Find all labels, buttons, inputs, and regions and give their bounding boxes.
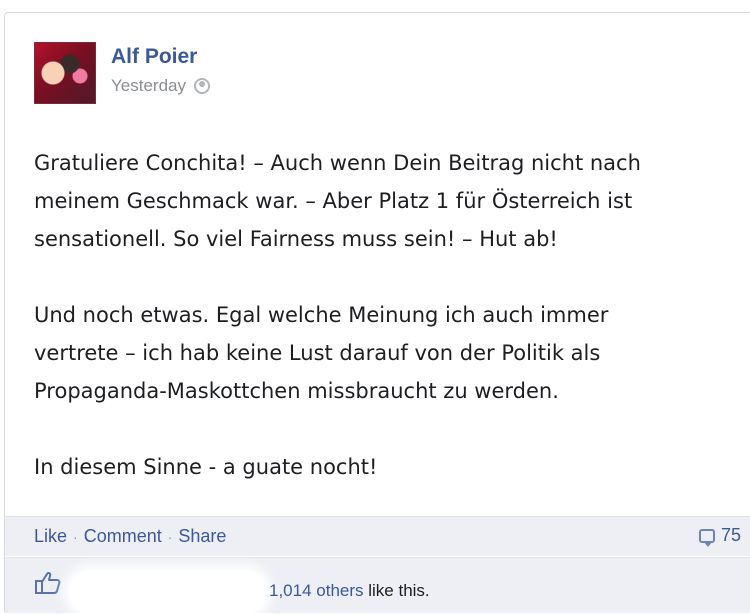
post-timestamp[interactable]: Yesterday — [111, 76, 186, 96]
author-name-link[interactable]: Alf Poier — [111, 45, 197, 69]
comment-link[interactable]: Comment — [84, 526, 162, 547]
likes-count-link[interactable]: 1,014 others — [269, 581, 364, 600]
post-header: Alf Poier Yesterday — [34, 42, 434, 104]
post-line: sensationell. So viel Fairness muss sein… — [34, 227, 558, 251]
thumbs-up-icon — [35, 571, 61, 594]
likes-suffix: like this. — [363, 581, 430, 600]
post-card: Alf Poier Yesterday Gratuliere Conchita!… — [4, 12, 750, 614]
action-links: Like · Comment · Share — [34, 526, 226, 547]
comments-count-button[interactable]: 75 — [698, 525, 741, 547]
separator: · — [167, 528, 173, 545]
post-paragraph: Gratuliere Conchita! – Auch wenn Dein Be… — [34, 144, 734, 258]
share-link[interactable]: Share — [178, 526, 226, 547]
post-paragraph: In diesem Sinne - a guate nocht! — [34, 448, 734, 486]
post-line: Gratuliere Conchita! – Auch wenn Dein Be… — [34, 151, 641, 175]
redacted-liker-names — [69, 570, 267, 614]
post-text: Gratuliere Conchita! – Auch wenn Dein Be… — [34, 144, 734, 486]
post-line: vertrete – ich hab keine Lust darauf von… — [34, 341, 601, 365]
post-meta: Yesterday — [111, 76, 210, 96]
author-avatar[interactable] — [34, 42, 96, 104]
likes-text: 1,014 others like this. — [269, 581, 430, 601]
comments-count: 75 — [720, 525, 741, 545]
post-paragraph: Und noch etwas. Egal welche Meinung ich … — [34, 296, 734, 410]
globe-icon[interactable] — [193, 78, 210, 94]
post-line: In diesem Sinne - a guate nocht! — [34, 455, 378, 479]
separator: · — [73, 528, 78, 545]
post-line: meinem Geschmack war. – Aber Platz 1 für… — [34, 189, 633, 213]
post-actions-bar: Like · Comment · Share 75 — [5, 516, 750, 556]
like-link[interactable]: Like — [34, 526, 67, 547]
likes-summary-bar: 1,014 others like this. — [5, 557, 750, 614]
comment-icon — [698, 528, 715, 547]
post-line: Und noch etwas. Egal welche Meinung ich … — [34, 303, 609, 327]
post-line: Propaganda-Maskottchen missbraucht zu we… — [34, 379, 559, 403]
